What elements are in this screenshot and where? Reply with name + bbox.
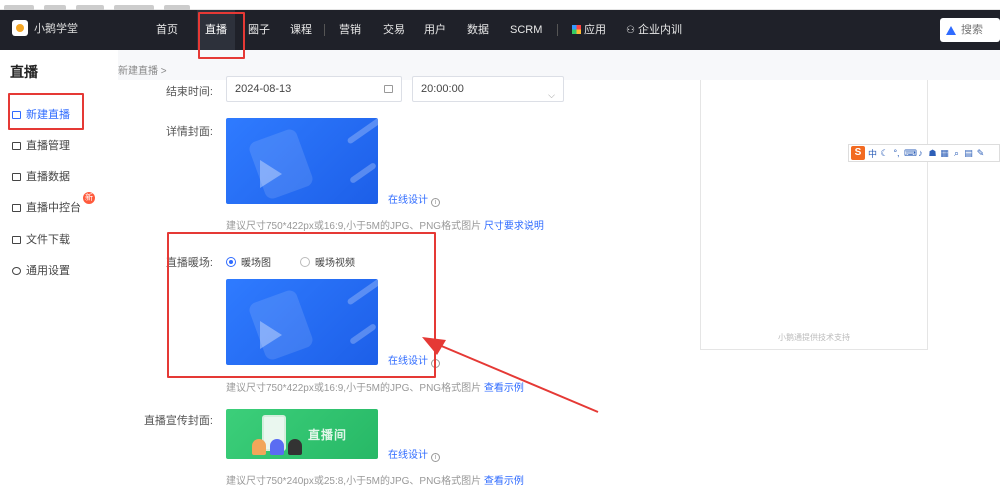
info-icon: i [431, 453, 440, 462]
sidebar-item-label: 通用设置 [26, 265, 70, 277]
nav-users[interactable]: 用户 [419, 10, 451, 50]
detail-cover-label: 详情封面: [165, 126, 213, 138]
nav-divider [557, 24, 558, 36]
end-time-label: 结束时间: [165, 86, 213, 98]
search-brand-icon [946, 25, 956, 35]
search-box[interactable] [940, 18, 1000, 42]
keyboard-icon[interactable]: ⌨ [904, 148, 917, 159]
promo-hint: 建议尺寸750*240px或25:8,小于5M的JPG、PNG格式图片 查看示例 [226, 472, 524, 487]
end-date-field[interactable]: 2024-08-13 [226, 76, 402, 102]
hint-text: 建议尺寸750*422px或16:9,小于5M的JPG、PNG格式图片 [226, 221, 482, 232]
promo-cover-image[interactable]: 直播间 [226, 409, 378, 459]
detail-cover-image[interactable] [226, 118, 378, 204]
chevron-down-icon: ⌵ [548, 90, 555, 100]
info-icon: i [431, 198, 440, 207]
sidebar-item-label-wrap: 直播中控台新 [26, 192, 95, 218]
promo-banner-text: 直播间 [308, 428, 348, 442]
promo-cover-label: 直播宣传封面: [143, 415, 213, 427]
breadcrumb-text[interactable]: 新建直播 > [118, 62, 167, 77]
org-icon: ⚇ [626, 25, 635, 36]
design-link-label: 在线设计 [388, 195, 428, 206]
sidebar-item-label: 直播数据 [26, 171, 70, 183]
banner-stripe [348, 161, 378, 185]
moon-icon[interactable]: ☾ [880, 148, 889, 159]
browser-bookmark-bar [0, 0, 1000, 11]
nav-course[interactable]: 课程 [286, 10, 316, 50]
mobile-preview-panel: 小鹅通提供技术支持 [700, 80, 928, 350]
annotation-box-new-live [8, 93, 84, 130]
app-name: 小鹅学堂 [34, 23, 78, 35]
design-link-label: 在线设计 [388, 450, 428, 461]
end-date-value: 2024-08-13 [235, 83, 292, 95]
mic-icon[interactable]: ♪ [916, 148, 925, 158]
example-link[interactable]: 查看示例 [484, 383, 524, 394]
sidebar-item-label: 文件下载 [26, 234, 70, 246]
nav-divider [324, 24, 325, 36]
sidebar-item-label: 直播中控台 [26, 202, 81, 214]
nav-scrm[interactable]: SCRM [506, 10, 544, 50]
nav-home[interactable]: 首页 [152, 10, 182, 50]
monitor-icon [12, 204, 21, 212]
grid-icon[interactable]: ▤ [964, 148, 973, 159]
ime-toolbar[interactable]: S 中 ☾ °, ⌨ ♪ ☗ ▦ ⌕ ▤ ✎ [848, 144, 1000, 162]
shirt-icon[interactable]: ☗ [928, 148, 937, 159]
search-icon[interactable]: ⌕ [952, 148, 961, 159]
person-illustration [270, 439, 284, 455]
play-icon [260, 160, 282, 188]
app-logo[interactable]: 小鹅学堂 [12, 20, 78, 36]
example-link[interactable]: 查看示例 [484, 476, 524, 487]
search-input[interactable] [961, 24, 1000, 36]
nav-training[interactable]: ⚇ 企业内训 [622, 10, 686, 50]
sogou-logo-icon: S [851, 146, 865, 160]
list-icon [12, 142, 21, 150]
end-time-field[interactable]: 20:00:00 ⌵ [412, 76, 564, 102]
download-icon [12, 236, 21, 244]
nav-circle[interactable]: 圈子 [244, 10, 274, 50]
person-illustration [252, 439, 266, 455]
hint-text: 建议尺寸750*422px或16:9,小于5M的JPG、PNG格式图片 [226, 383, 482, 394]
sidebar-item-download[interactable]: 文件下载 [12, 230, 70, 250]
new-badge: 新 [83, 192, 95, 204]
top-navbar: 小鹅学堂 首页 直播 圈子 课程 营销 交易 用户 数据 SCRM 应用 ⚇ 企业… [0, 10, 1000, 50]
nav-data[interactable]: 数据 [462, 10, 494, 50]
sidebar-item-live-manage[interactable]: 直播管理 [12, 136, 70, 156]
person-illustration [288, 439, 302, 455]
chart-icon [12, 173, 21, 181]
wrench-icon[interactable]: ✎ [976, 148, 985, 159]
nav-apps-label: 应用 [584, 24, 606, 36]
detail-design-link[interactable]: 在线设计 i [388, 191, 440, 207]
toolbox-icon[interactable]: ▦ [940, 148, 949, 159]
nav-training-label: 企业内训 [637, 24, 682, 36]
end-time-value: 20:00:00 [421, 83, 464, 95]
sidebar-item-label: 直播管理 [26, 140, 70, 152]
gear-icon [12, 267, 21, 275]
sidebar-title: 直播 [10, 64, 38, 80]
ime-mode-label[interactable]: 中 [868, 147, 877, 160]
hint-text: 建议尺寸750*240px或25:8,小于5M的JPG、PNG格式图片 [226, 476, 482, 487]
warmup-hint: 建议尺寸750*422px或16:9,小于5M的JPG、PNG格式图片 查看示例 [226, 379, 524, 394]
punctuation-icon[interactable]: °, [892, 148, 901, 158]
logo-icon [12, 20, 28, 36]
detail-cover-hint: 建议尺寸750*422px或16:9,小于5M的JPG、PNG格式图片 尺寸要求… [226, 217, 544, 232]
banner-stripe [346, 118, 378, 145]
preview-footer: 小鹅通提供技术支持 [778, 333, 850, 342]
promo-design-link[interactable]: 在线设计 i [388, 446, 440, 462]
nav-trade[interactable]: 交易 [378, 10, 410, 50]
sidebar-item-console[interactable]: 直播中控台新 [12, 192, 95, 218]
nav-apps[interactable]: 应用 [566, 10, 612, 50]
apps-icon [572, 25, 581, 34]
sidebar-item-live-data[interactable]: 直播数据 [12, 167, 70, 187]
annotation-box-nav-live [198, 12, 245, 59]
annotation-box-warmup [167, 232, 436, 378]
sidebar-item-settings[interactable]: 通用设置 [12, 261, 70, 281]
calendar-icon [384, 85, 393, 93]
size-help-link[interactable]: 尺寸要求说明 [484, 221, 544, 232]
nav-marketing[interactable]: 营销 [334, 10, 366, 50]
